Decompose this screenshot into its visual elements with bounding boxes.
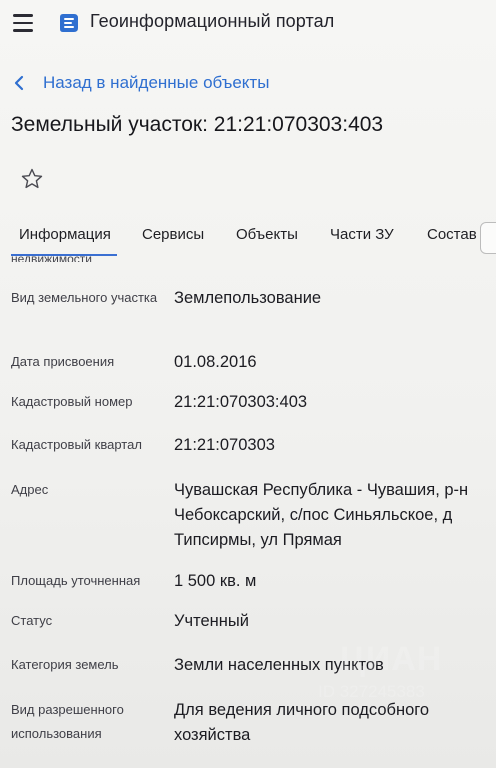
field-value: 01.08.2016 bbox=[174, 353, 257, 371]
app-header: Геоинформационный портал bbox=[0, 0, 496, 48]
cian-watermark: ЦИАН ID 327245383 bbox=[300, 640, 480, 710]
watermark-id: ID 327245383 bbox=[318, 682, 425, 701]
star-outline-icon[interactable] bbox=[20, 167, 44, 191]
object-title: Земельный участок: 21:21:070303:403 bbox=[11, 113, 384, 136]
field-label: Площадь уточненная bbox=[11, 573, 141, 588]
field-value: Землепользование bbox=[174, 289, 322, 307]
field-label: Кадастровый квартал bbox=[11, 437, 142, 452]
field-value: Чувашская Республика - Чувашия, р-н Чебо… bbox=[174, 481, 469, 549]
watermark-brand: ЦИАН bbox=[340, 640, 443, 678]
back-link-label: Назад в найденные объекты bbox=[43, 73, 270, 92]
portal-title: Геоинформационный портал bbox=[90, 11, 335, 31]
field-label: Категория земель bbox=[11, 657, 119, 672]
back-to-results-link[interactable]: Назад в найденные объекты bbox=[13, 70, 269, 96]
tab-overflow-text: недвижимости bbox=[11, 252, 92, 262]
tab-information[interactable]: Информация bbox=[19, 226, 111, 243]
hamburger-menu-icon[interactable] bbox=[13, 14, 33, 32]
field-label: Кадастровый номер bbox=[11, 394, 133, 409]
field-value: 21:21:070303:403 bbox=[174, 393, 308, 411]
tab-land-parts[interactable]: Части ЗУ bbox=[330, 226, 394, 243]
field-label: Вид земельного участка bbox=[11, 290, 158, 305]
field-value: 21:21:070303 bbox=[174, 436, 275, 454]
field-value: Учтенный bbox=[174, 612, 249, 630]
tab-services[interactable]: Сервисы bbox=[142, 226, 204, 243]
field-label: Адрес bbox=[11, 482, 49, 497]
tab-composition[interactable]: Состав bbox=[427, 226, 477, 243]
portal-logo-icon bbox=[60, 14, 78, 32]
field-label: Вид разрешенного использования bbox=[11, 702, 124, 741]
tab-bar: Информация Сервисы Объекты Части ЗУ Сост… bbox=[0, 218, 496, 262]
field-label: Дата присвоения bbox=[11, 354, 115, 369]
field-value: 1 500 кв. м bbox=[174, 572, 257, 590]
field-label: Статус bbox=[11, 613, 53, 628]
tab-scroll-handle[interactable] bbox=[480, 222, 496, 254]
portal-screen: Геоинформационный портал Назад в найденн… bbox=[0, 0, 496, 768]
tab-objects[interactable]: Объекты bbox=[236, 226, 298, 243]
chevron-left-icon bbox=[14, 75, 24, 91]
